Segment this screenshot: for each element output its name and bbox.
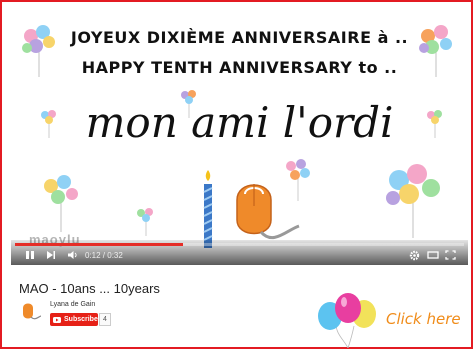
volume-icon[interactable] <box>67 250 79 260</box>
time-display: 0:12 / 0:32 <box>85 251 123 260</box>
theater-mode-icon[interactable] <box>427 250 439 260</box>
player-controls: 0:12 / 0:32 <box>11 240 468 265</box>
progress-bar[interactable] <box>15 243 464 246</box>
promo-balloons-image <box>318 293 376 348</box>
greeting-main-text: mon ami l'ordi <box>85 98 394 147</box>
mao-mascot-logo <box>236 184 300 240</box>
subscribe-button[interactable]: Subscribe <box>50 313 98 326</box>
settings-icon[interactable] <box>409 250 420 261</box>
balloons-small-4 <box>137 208 153 236</box>
greeting-line-fr: JOYEUX DIXIÈME ANNIVERSAIRE à .. <box>70 28 409 47</box>
video-player[interactable]: JOYEUX DIXIÈME ANNIVERSAIRE à .. HAPPY T… <box>11 10 468 265</box>
balloons-mid-left <box>44 175 78 232</box>
fullscreen-icon[interactable] <box>445 250 456 260</box>
click-here-link[interactable]: Click here <box>386 310 461 328</box>
subscribe-label: Subscribe <box>64 316 98 323</box>
video-title[interactable]: MAO - 10ans ... 10years <box>19 281 160 296</box>
channel-avatar[interactable] <box>19 302 41 322</box>
youtube-icon <box>53 316 61 323</box>
greeting-line-en: HAPPY TENTH ANNIVERSARY to .. <box>81 58 398 77</box>
subscriber-count: 4 <box>99 313 111 326</box>
candle-icon <box>203 170 213 248</box>
balloons-mid-right <box>386 164 440 238</box>
play-icon[interactable] <box>25 250 35 260</box>
ad-frame: JOYEUX DIXIÈME ANNIVERSAIRE à .. HAPPY T… <box>0 0 473 349</box>
progress-fill <box>15 243 184 246</box>
channel-name[interactable]: Lyana de Gain <box>50 301 95 308</box>
next-icon[interactable] <box>46 250 56 260</box>
